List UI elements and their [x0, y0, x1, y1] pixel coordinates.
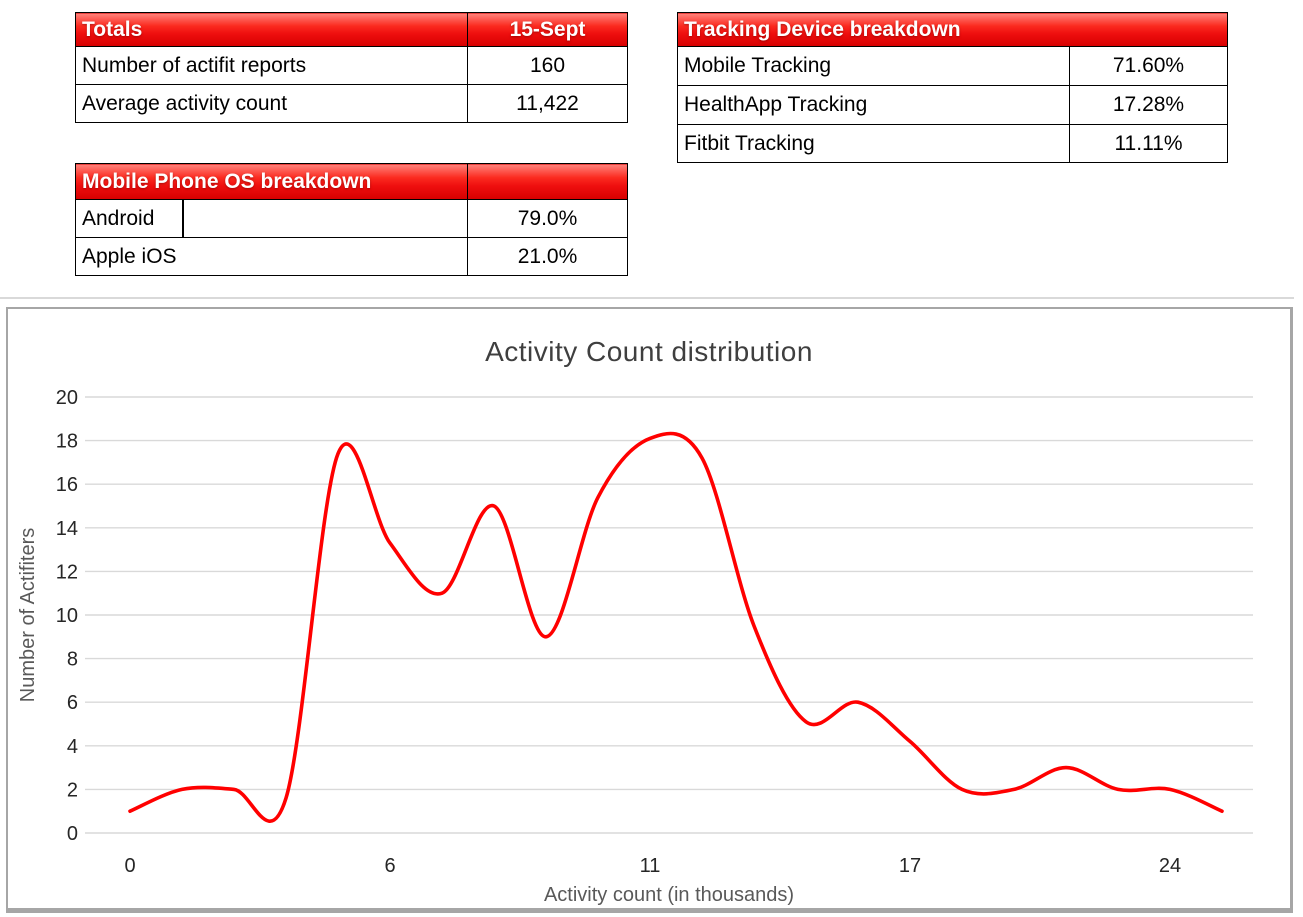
- os-header-empty[interactable]: [467, 163, 628, 200]
- totals-row-reports-label[interactable]: Number of actifit reports: [75, 46, 468, 85]
- chart-title: Activity Count distribution: [485, 336, 813, 367]
- y-tick-label: 16: [56, 474, 78, 496]
- y-tick-label: 0: [67, 823, 78, 845]
- x-axis-title: Activity count (in thousands): [544, 884, 794, 906]
- totals-row-reports-value[interactable]: 160: [467, 46, 628, 85]
- y-tick-label: 6: [67, 692, 78, 714]
- os-row-ios-label[interactable]: Apple iOS: [75, 237, 468, 276]
- tracking-row-healthapp-label[interactable]: HealthApp Tracking: [677, 85, 1070, 125]
- x-tick-label: 17: [899, 855, 921, 877]
- mobile-os-table: Mobile Phone OS breakdown Android 79.0% …: [75, 163, 628, 276]
- table-row: Fitbit Tracking 11.11%: [677, 124, 1228, 163]
- y-tick-label: 4: [67, 736, 78, 758]
- tracking-device-table: Tracking Device breakdown Mobile Trackin…: [677, 12, 1228, 163]
- x-tick-label: 11: [640, 855, 661, 877]
- y-tick-label: 2: [67, 779, 78, 801]
- totals-row-average-value[interactable]: 11,422: [467, 84, 628, 123]
- x-tick-label: 0: [124, 855, 135, 877]
- table-row: Number of actifit reports 160: [75, 46, 628, 85]
- y-tick-label: 14: [56, 518, 78, 540]
- y-tick-label: 20: [56, 387, 78, 409]
- tracking-row-fitbit-value[interactable]: 11.11%: [1069, 124, 1228, 163]
- sheet-row-divider: [0, 297, 1294, 299]
- tracking-row-healthapp-value[interactable]: 17.28%: [1069, 85, 1228, 125]
- totals-row-average-label[interactable]: Average activity count: [75, 84, 468, 123]
- os-row-android-label[interactable]: Android: [75, 199, 468, 238]
- tracking-header-label[interactable]: Tracking Device breakdown: [677, 12, 1228, 47]
- y-tick-label: 12: [56, 561, 78, 583]
- tracking-row-mobile-value[interactable]: 71.60%: [1069, 46, 1228, 86]
- y-tick-label: 10: [56, 605, 78, 627]
- table-row: Mobile Tracking 71.60%: [677, 46, 1228, 86]
- os-header-label[interactable]: Mobile Phone OS breakdown: [75, 163, 468, 200]
- x-tick-label: 24: [1159, 855, 1181, 877]
- totals-header-label[interactable]: Totals: [75, 12, 468, 47]
- y-tick-label: 8: [67, 649, 78, 671]
- x-tick-label: 6: [384, 855, 395, 877]
- os-row-ios-value[interactable]: 21.0%: [467, 237, 628, 276]
- y-tick-label: 18: [56, 431, 78, 453]
- table-row: Apple iOS 21.0%: [75, 237, 628, 276]
- tracking-row-mobile-label[interactable]: Mobile Tracking: [677, 46, 1070, 86]
- chart-plot-area: 024681012141618200 6 11 17 24Activity count …: [17, 387, 1253, 906]
- table-row: Average activity count 11,422: [75, 84, 628, 123]
- table-row: HealthApp Tracking 17.28%: [677, 85, 1228, 125]
- series-line: [128, 431, 1224, 823]
- table-row: Android 79.0%: [75, 199, 628, 238]
- os-row-android-value[interactable]: 79.0%: [467, 199, 628, 238]
- activity-distribution-chart[interactable]: 0 2 4 6 8 10 12 14 16 18 20 0 6 11 17 24 Activity count …: [6, 307, 1293, 913]
- totals-header-date[interactable]: 15-Sept: [467, 12, 628, 47]
- y-axis-title: Number of Actifiters: [17, 528, 39, 703]
- tracking-row-fitbit-label[interactable]: Fitbit Tracking: [677, 124, 1070, 163]
- totals-table: Totals 15-Sept Number of actifit reports…: [75, 12, 628, 123]
